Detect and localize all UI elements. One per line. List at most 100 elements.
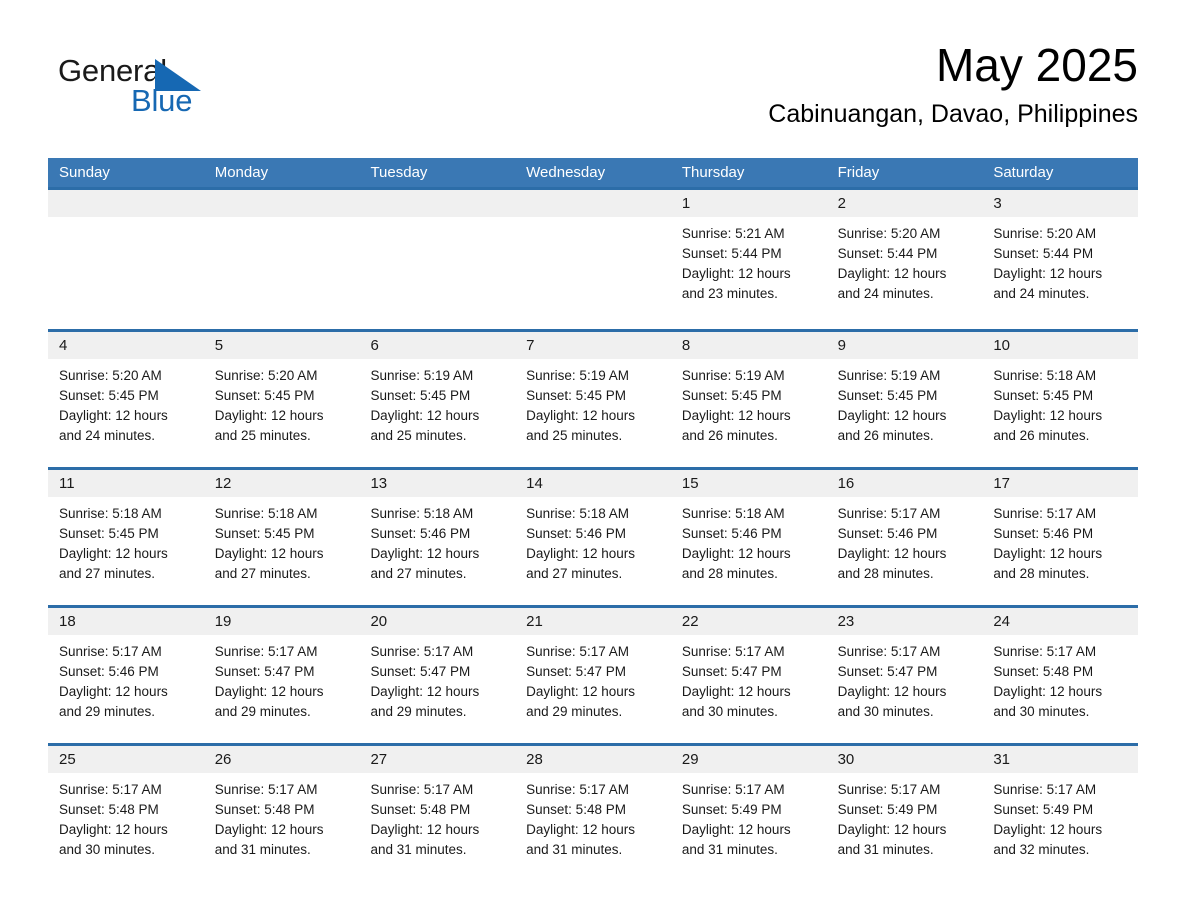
day-number[interactable]: 13	[359, 470, 515, 497]
sunrise-text: Sunrise: 5:19 AM	[526, 368, 629, 383]
sunset-text: Sunset: 5:46 PM	[837, 526, 938, 541]
week-row: 25 26 27 28 29 30 31 Sunrise: 5:17 AM Su…	[48, 743, 1138, 881]
day-cell[interactable]: Sunrise: 5:17 AM Sunset: 5:46 PM Dayligh…	[827, 497, 983, 605]
day-number[interactable]	[515, 190, 671, 217]
day-cell[interactable]: Sunrise: 5:17 AM Sunset: 5:48 PM Dayligh…	[515, 773, 671, 881]
day-cell[interactable]: Sunrise: 5:19 AM Sunset: 5:45 PM Dayligh…	[515, 359, 671, 467]
daylight-text-line1: Daylight: 12 hours	[993, 546, 1103, 561]
day-cell[interactable]: Sunrise: 5:17 AM Sunset: 5:49 PM Dayligh…	[982, 773, 1138, 881]
day-number[interactable]: 3	[982, 190, 1138, 217]
sunrise-text: Sunrise: 5:21 AM	[681, 226, 785, 241]
day-number[interactable]: 6	[359, 332, 515, 359]
day-cell[interactable]: Sunrise: 5:19 AM Sunset: 5:45 PM Dayligh…	[827, 359, 983, 467]
day-number[interactable]: 24	[982, 608, 1138, 635]
sunrise-text: Sunrise: 5:18 AM	[59, 506, 162, 521]
day-cell[interactable]	[515, 217, 671, 329]
sunset-text: Sunset: 5:46 PM	[681, 526, 782, 541]
sunrise-text: Sunrise: 5:17 AM	[370, 644, 474, 659]
day-cell[interactable]: Sunrise: 5:19 AM Sunset: 5:45 PM Dayligh…	[671, 359, 827, 467]
daylight-text-line1: Daylight: 12 hours	[214, 546, 324, 561]
day-cell[interactable]: Sunrise: 5:17 AM Sunset: 5:46 PM Dayligh…	[48, 635, 204, 743]
weekday-header-saturday: Saturday	[993, 164, 1054, 181]
sunset-text: Sunset: 5:48 PM	[993, 664, 1094, 679]
day-number[interactable]: 8	[671, 332, 827, 359]
day-cell[interactable]: Sunrise: 5:17 AM Sunset: 5:48 PM Dayligh…	[982, 635, 1138, 743]
daylight-text-line1: Daylight: 12 hours	[993, 822, 1103, 837]
day-cell[interactable]: Sunrise: 5:20 AM Sunset: 5:44 PM Dayligh…	[827, 217, 983, 329]
day-number[interactable]	[359, 190, 515, 217]
day-number[interactable]: 11	[48, 470, 204, 497]
week-detail-band: Sunrise: 5:18 AM Sunset: 5:45 PM Dayligh…	[48, 497, 1138, 605]
day-number[interactable]: 16	[827, 470, 983, 497]
day-number[interactable]: 23	[827, 608, 983, 635]
day-cell[interactable]: Sunrise: 5:20 AM Sunset: 5:45 PM Dayligh…	[48, 359, 204, 467]
day-cell[interactable]: Sunrise: 5:20 AM Sunset: 5:45 PM Dayligh…	[204, 359, 360, 467]
sunrise-text: Sunrise: 5:17 AM	[837, 782, 941, 797]
day-number[interactable]: 4	[48, 332, 204, 359]
day-cell[interactable]: Sunrise: 5:17 AM Sunset: 5:46 PM Dayligh…	[982, 497, 1138, 605]
day-number[interactable]: 27	[359, 746, 515, 773]
sunrise-text: Sunrise: 5:20 AM	[993, 226, 1097, 241]
sunset-text: Sunset: 5:44 PM	[681, 246, 782, 261]
day-number[interactable]: 30	[827, 746, 983, 773]
daylight-text-line2: and 29 minutes.	[370, 704, 467, 719]
day-cell[interactable]: Sunrise: 5:17 AM Sunset: 5:47 PM Dayligh…	[671, 635, 827, 743]
day-cell[interactable]	[204, 217, 360, 329]
day-cell[interactable]: Sunrise: 5:17 AM Sunset: 5:49 PM Dayligh…	[671, 773, 827, 881]
day-number[interactable]	[204, 190, 360, 217]
day-number[interactable]: 29	[671, 746, 827, 773]
week-row: 1 2 3 Sunrise: 5:21 AM Sunset: 5:44 PM D…	[48, 187, 1138, 329]
sunrise-text: Sunrise: 5:17 AM	[370, 782, 474, 797]
day-cell[interactable]: Sunrise: 5:17 AM Sunset: 5:49 PM Dayligh…	[827, 773, 983, 881]
sunset-text: Sunset: 5:47 PM	[681, 664, 782, 679]
sunset-text: Sunset: 5:48 PM	[526, 802, 626, 817]
day-number[interactable]: 7	[515, 332, 671, 359]
sunset-text: Sunset: 5:45 PM	[214, 388, 315, 403]
day-number[interactable]: 14	[515, 470, 671, 497]
day-number[interactable]: 19	[204, 608, 360, 635]
day-number[interactable]: 31	[982, 746, 1138, 773]
day-number[interactable]: 2	[827, 190, 983, 217]
day-cell[interactable]: Sunrise: 5:17 AM Sunset: 5:47 PM Dayligh…	[515, 635, 671, 743]
day-number[interactable]: 20	[359, 608, 515, 635]
day-cell[interactable]: Sunrise: 5:18 AM Sunset: 5:46 PM Dayligh…	[515, 497, 671, 605]
day-number[interactable]: 18	[48, 608, 204, 635]
day-cell[interactable]: Sunrise: 5:18 AM Sunset: 5:45 PM Dayligh…	[48, 497, 204, 605]
day-number[interactable]: 15	[671, 470, 827, 497]
day-number[interactable]: 9	[827, 332, 983, 359]
daylight-text-line1: Daylight: 12 hours	[59, 684, 168, 699]
day-cell[interactable]: Sunrise: 5:18 AM Sunset: 5:46 PM Dayligh…	[359, 497, 515, 605]
day-cell[interactable]	[359, 217, 515, 329]
day-number[interactable]: 22	[671, 608, 827, 635]
sunset-text: Sunset: 5:47 PM	[370, 664, 471, 679]
sunrise-text: Sunrise: 5:17 AM	[59, 782, 162, 797]
day-number[interactable]: 25	[48, 746, 204, 773]
day-cell[interactable]: Sunrise: 5:21 AM Sunset: 5:44 PM Dayligh…	[671, 217, 827, 329]
day-cell[interactable]: Sunrise: 5:17 AM Sunset: 5:48 PM Dayligh…	[48, 773, 204, 881]
day-number[interactable]: 26	[204, 746, 360, 773]
sunrise-text: Sunrise: 5:18 AM	[370, 506, 474, 521]
sunset-text: Sunset: 5:44 PM	[837, 246, 938, 261]
daylight-text-line1: Daylight: 12 hours	[993, 408, 1103, 423]
day-number[interactable]	[48, 190, 204, 217]
day-cell[interactable]: Sunrise: 5:18 AM Sunset: 5:46 PM Dayligh…	[671, 497, 827, 605]
daylight-text-line1: Daylight: 12 hours	[681, 684, 791, 699]
day-cell[interactable]: Sunrise: 5:18 AM Sunset: 5:45 PM Dayligh…	[204, 497, 360, 605]
day-cell[interactable]: Sunrise: 5:17 AM Sunset: 5:47 PM Dayligh…	[204, 635, 360, 743]
day-cell[interactable]: Sunrise: 5:18 AM Sunset: 5:45 PM Dayligh…	[982, 359, 1138, 467]
day-cell[interactable]: Sunrise: 5:17 AM Sunset: 5:47 PM Dayligh…	[827, 635, 983, 743]
day-number[interactable]: 28	[515, 746, 671, 773]
day-cell[interactable]	[48, 217, 204, 329]
day-number[interactable]: 12	[204, 470, 360, 497]
day-cell[interactable]: Sunrise: 5:19 AM Sunset: 5:45 PM Dayligh…	[359, 359, 515, 467]
day-cell[interactable]: Sunrise: 5:17 AM Sunset: 5:48 PM Dayligh…	[204, 773, 360, 881]
day-number[interactable]: 1	[671, 190, 827, 217]
day-cell[interactable]: Sunrise: 5:17 AM Sunset: 5:47 PM Dayligh…	[359, 635, 515, 743]
day-cell[interactable]: Sunrise: 5:20 AM Sunset: 5:44 PM Dayligh…	[982, 217, 1138, 329]
day-number[interactable]: 5	[204, 332, 360, 359]
day-number[interactable]: 10	[982, 332, 1138, 359]
sunset-text: Sunset: 5:49 PM	[681, 802, 782, 817]
day-cell[interactable]: Sunrise: 5:17 AM Sunset: 5:48 PM Dayligh…	[359, 773, 515, 881]
day-number[interactable]: 17	[982, 470, 1138, 497]
day-number[interactable]: 21	[515, 608, 671, 635]
